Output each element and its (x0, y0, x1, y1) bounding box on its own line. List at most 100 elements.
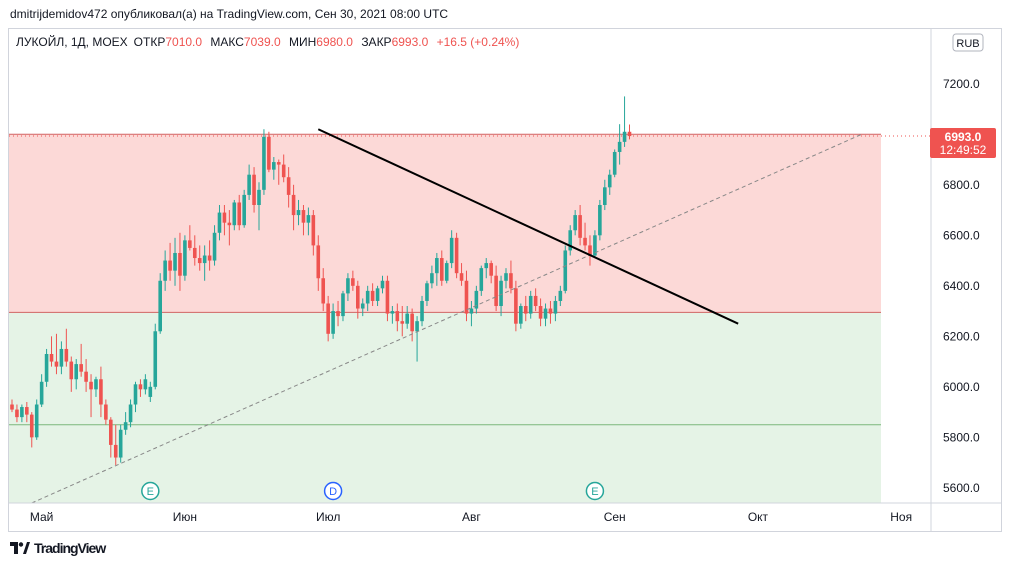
candle (598, 199, 602, 241)
candle (158, 273, 162, 334)
last-price-tag: 6993.0 12:49:52 (930, 128, 996, 159)
event-letter: E (591, 486, 598, 498)
candle-body (435, 258, 439, 274)
candle-body (538, 306, 543, 319)
candle-body (222, 212, 227, 223)
candle-body (558, 290, 563, 301)
candle-body (380, 280, 385, 289)
candle-body (158, 280, 162, 332)
candle-body (430, 273, 434, 284)
candle-body (143, 379, 148, 390)
candle-body (301, 210, 306, 223)
candle-body (341, 293, 345, 317)
candle-body (188, 240, 192, 248)
legend-low-value: 6980.0 (316, 35, 353, 49)
candle-body (603, 187, 607, 205)
candle-body (25, 407, 29, 415)
candle-body (563, 250, 568, 291)
candle-body (627, 131, 632, 137)
candle-body (617, 141, 622, 152)
candle (622, 96, 627, 147)
candle-body (528, 295, 533, 314)
last-price-value: 6993.0 (945, 130, 982, 144)
candle-body (533, 295, 538, 307)
candle-body (104, 404, 108, 420)
candle-body (444, 263, 449, 281)
legend-open-value: 7010.0 (165, 35, 202, 49)
candle-body (296, 210, 301, 216)
candle-body (286, 177, 291, 195)
event-letter: D (329, 486, 337, 498)
candlestick-chart[interactable]: E D E 5600.0 5800.0 6000.0 6200.0 6400.0 6600.0… (0, 0, 1012, 566)
candle-body (405, 313, 409, 324)
footer: TradingView (10, 540, 106, 556)
candle-body (59, 348, 64, 367)
legend-high-label: МАКС (210, 35, 244, 49)
price-tick-label: 6400.0 (943, 279, 980, 293)
time-axis: Май Июн Июл Авг Сен Окт Ноя (9, 502, 1001, 524)
candle-body (504, 273, 508, 281)
earnings-event-icon[interactable]: E (585, 481, 605, 501)
candle-body (79, 364, 83, 372)
candle (262, 129, 266, 195)
candle-body (227, 222, 232, 226)
candle-body (464, 280, 469, 314)
legend-close-value: 6993.0 (392, 35, 429, 49)
price-tick-label: 6600.0 (943, 228, 980, 242)
candle-body (598, 205, 602, 236)
currency-button[interactable]: RUB (952, 33, 984, 52)
candle-body (84, 371, 88, 382)
brand-name[interactable]: TradingView (34, 540, 106, 556)
candle-body (54, 361, 59, 367)
candle (242, 189, 246, 228)
candle-body (346, 278, 350, 294)
candle-body (415, 321, 419, 332)
candle-body (523, 306, 528, 314)
price-zones (9, 134, 881, 503)
candle-body (311, 215, 316, 246)
candle-body (192, 247, 197, 259)
candle-body (573, 215, 577, 231)
candle (34, 399, 39, 440)
candle-body (64, 348, 69, 362)
tradingview-logo-icon[interactable] (10, 542, 30, 554)
candle-body (519, 306, 523, 324)
candle-body (583, 237, 587, 246)
candle-body (331, 311, 335, 334)
candle-body (212, 232, 217, 261)
candle-body (509, 273, 513, 289)
candle (267, 131, 271, 173)
candle-body (153, 331, 158, 387)
earnings-event-icon[interactable]: E (141, 481, 160, 501)
candle-body (242, 194, 246, 226)
candle (118, 424, 123, 463)
legend-low-label: МИН (289, 35, 316, 49)
candle-body (207, 255, 212, 261)
candle-body (267, 136, 271, 170)
time-tick-label: Май (30, 510, 54, 524)
candle-body (622, 131, 627, 142)
candle-body (439, 258, 444, 281)
legend-ohlc: ОТКР7010.0 МАКС7039.0 МИН6980.0 ЗАКР6993… (134, 35, 520, 49)
zone-upper (9, 134, 881, 313)
legend-change: +16.5 (+0.24%) (437, 35, 520, 49)
candle-body (10, 404, 14, 410)
candle-body (514, 288, 518, 324)
candle-body (425, 283, 429, 301)
candle-body (276, 162, 281, 165)
candle-body (69, 361, 74, 380)
candle-body (484, 263, 489, 269)
candle-body (336, 311, 340, 317)
dividend-event-icon[interactable]: D (323, 481, 343, 501)
candle-body (44, 354, 49, 382)
price-tick-label: 6000.0 (943, 380, 980, 394)
candle-body (252, 174, 256, 205)
price-tick-label: 5600.0 (943, 481, 980, 495)
candle-body (29, 414, 34, 438)
time-tick-label: Окт (748, 510, 769, 524)
candle-body (109, 419, 113, 445)
candle-body (420, 300, 424, 322)
candle-body (272, 162, 276, 170)
candle-body (607, 174, 612, 188)
candle (183, 235, 187, 281)
